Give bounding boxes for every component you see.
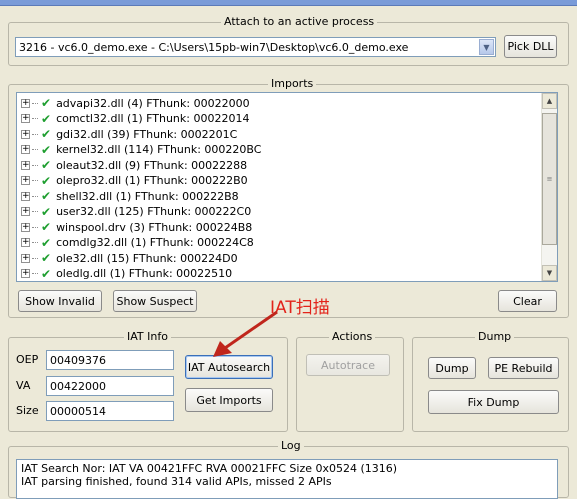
oep-label: OEP [16,353,39,366]
valid-check-icon: ✔ [41,127,52,141]
scroll-thumb[interactable]: ≡ [542,113,557,245]
imports-scrollbar[interactable]: ▲ ≡ ▼ [541,93,557,281]
expand-icon[interactable]: + [21,129,30,139]
import-tree-item[interactable]: + ✔ oleaut32.dll (9) FThunk: 00022288 [21,157,247,173]
autotrace-button[interactable]: Autotrace [306,354,390,376]
window-title-bar [0,0,577,6]
tree-connector [32,226,38,228]
expand-icon[interactable]: + [21,160,30,170]
tree-connector [32,180,38,181]
import-label: winspool.drv (3) FThunk: 000224B8 [56,220,253,234]
import-label: oledlg.dll (1) FThunk: 00022510 [56,267,233,280]
expand-icon[interactable]: + [21,145,30,154]
imports-tree[interactable]: + ✔ advapi32.dll (4) FThunk: 00022000 + ✔ com… [16,92,558,282]
dump-button[interactable]: Dump [428,357,476,379]
valid-check-icon: ✔ [41,158,52,172]
expand-icon[interactable]: + [21,98,30,108]
tree-connector [32,102,38,104]
expand-icon[interactable]: + [21,114,30,123]
import-label: kernel32.dll (114) FThunk: 000220BC [56,143,262,156]
import-tree-item[interactable]: + ✔ kernel32.dll (114) FThunk: 000220BC [21,142,261,158]
scroll-up-icon[interactable]: ▲ [542,93,557,109]
import-tree-item[interactable]: + ✔ ole32.dll (15) FThunk: 000224D0 [21,250,238,266]
import-label: advapi32.dll (4) FThunk: 00022000 [56,96,250,110]
clear-button[interactable]: Clear [498,290,557,312]
size-label: Size [16,404,39,417]
import-tree-item[interactable]: + ✔ comctl32.dll (1) FThunk: 00022014 [21,111,249,127]
tree-connector [32,164,38,166]
pick-dll-button[interactable]: Pick DLL [504,35,557,58]
tree-connector [32,118,38,119]
import-label: ole32.dll (15) FThunk: 000224D0 [56,251,238,265]
import-label: oleaut32.dll (9) FThunk: 00022288 [56,158,248,172]
import-tree-item[interactable]: + ✔ gdi32.dll (39) FThunk: 0002201C [21,126,237,142]
log-output[interactable]: IAT Search Nor: IAT VA 00421FFC RVA 0002… [16,459,558,499]
expand-icon[interactable]: + [21,238,30,247]
import-tree-item[interactable]: + ✔ shell32.dll (1) FThunk: 000222B8 [21,188,239,204]
tree-connector [32,133,38,135]
log-line: IAT Search Nor: IAT VA 00421FFC RVA 0002… [21,462,398,475]
valid-check-icon: ✔ [41,96,52,110]
valid-check-icon: ✔ [41,189,52,203]
fix-dump-button[interactable]: Fix Dump [428,390,559,414]
import-tree-item[interactable]: + ✔ advapi32.dll (4) FThunk: 00022000 [21,95,250,111]
expand-icon[interactable]: + [21,222,30,232]
valid-check-icon: ✔ [41,266,52,281]
import-label: olepro32.dll (1) FThunk: 000222B0 [56,174,248,187]
import-label: user32.dll (125) FThunk: 000222C0 [56,205,252,218]
actions-group [296,337,404,432]
import-label: shell32.dll (1) FThunk: 000222B8 [56,189,239,203]
tree-connector [32,242,38,243]
expand-icon[interactable]: + [21,269,30,278]
valid-check-icon: ✔ [41,204,52,219]
dump-title: Dump [475,330,515,343]
expand-icon[interactable]: + [21,191,30,201]
valid-check-icon: ✔ [41,251,52,265]
import-tree-item[interactable]: + ✔ user32.dll (125) FThunk: 000222C0 [21,204,251,220]
process-select-value: 3216 - vc6.0_demo.exe - C:\Users\15pb-wi… [19,41,409,54]
tree-connector [32,195,38,197]
expand-icon[interactable]: + [21,207,30,216]
log-line: IAT parsing finished, found 314 valid AP… [21,475,332,488]
expand-icon[interactable]: + [21,176,30,185]
get-imports-button[interactable]: Get Imports [185,388,273,412]
expand-icon[interactable]: + [21,253,30,263]
tree-connector [32,273,38,274]
import-tree-item[interactable]: + ✔ comdlg32.dll (1) FThunk: 000224C8 [21,235,254,251]
tree-connector [32,149,38,150]
valid-check-icon: ✔ [41,173,52,188]
valid-check-icon: ✔ [41,142,52,157]
chevron-down-icon[interactable]: ▼ [479,39,494,55]
valid-check-icon: ✔ [41,220,52,234]
log-title: Log [278,439,304,452]
import-label: comctl32.dll (1) FThunk: 00022014 [56,112,250,125]
attach-group-title: Attach to an active process [221,15,378,28]
tree-connector [32,257,38,259]
import-tree-item[interactable]: + ✔ oledlg.dll (1) FThunk: 00022510 [21,266,232,282]
annotation-arrow-icon [213,310,278,357]
size-field[interactable]: 00000514 [46,401,174,421]
iat-info-title: IAT Info [124,330,171,343]
pe-rebuild-button[interactable]: PE Rebuild [488,357,559,379]
show-suspect-button[interactable]: Show Suspect [113,290,197,312]
valid-check-icon: ✔ [41,111,52,126]
scroll-down-icon[interactable]: ▼ [542,265,557,281]
valid-check-icon: ✔ [41,235,52,250]
dump-group [412,337,569,432]
tree-connector [32,211,38,212]
actions-title: Actions [329,330,376,343]
va-field[interactable]: 00422000 [46,376,174,396]
import-tree-item[interactable]: + ✔ olepro32.dll (1) FThunk: 000222B0 [21,173,248,189]
show-invalid-button[interactable]: Show Invalid [18,290,102,312]
import-tree-item[interactable]: + ✔ winspool.drv (3) FThunk: 000224B8 [21,219,252,235]
oep-field[interactable]: 00409376 [46,350,174,370]
import-label: comdlg32.dll (1) FThunk: 000224C8 [56,236,254,249]
import-label: gdi32.dll (39) FThunk: 0002201C [56,127,238,141]
va-label: VA [16,379,31,392]
imports-group-title: Imports [268,77,317,90]
process-select[interactable]: 3216 - vc6.0_demo.exe - C:\Users\15pb-wi… [15,37,496,57]
